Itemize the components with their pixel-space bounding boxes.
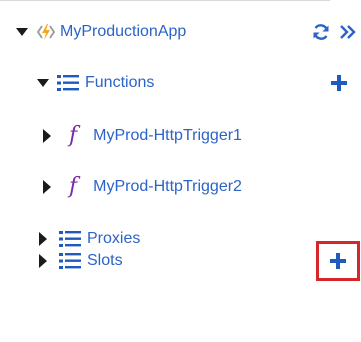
expand-caret-icon[interactable] xyxy=(43,129,51,143)
tree-item-app[interactable]: MyProductionApp xyxy=(0,14,361,50)
refresh-icon[interactable] xyxy=(311,22,331,42)
function-2-label: MyProd-HttpTrigger2 xyxy=(93,178,242,195)
function-f-icon: f xyxy=(69,174,78,199)
expand-caret-icon[interactable] xyxy=(37,79,49,87)
tree-item-functions[interactable]: Functions xyxy=(0,65,361,101)
slots-label: Slots xyxy=(87,252,123,269)
functions-label: Functions xyxy=(85,74,155,91)
add-function-plus-icon[interactable] xyxy=(330,74,348,92)
expand-caret-icon[interactable] xyxy=(43,180,51,194)
highlight-box xyxy=(316,241,360,281)
expand-caret-icon[interactable] xyxy=(39,254,47,268)
app-label: MyProductionApp xyxy=(60,23,187,40)
function-app-icon xyxy=(36,22,56,42)
tree-item-function-2[interactable]: f MyProd-HttpTrigger2 xyxy=(0,169,361,205)
list-icon xyxy=(59,251,81,271)
function-f-icon: f xyxy=(69,123,78,148)
function-app-tree-panel: MyProductionApp Functions f MyProd-HttpT… xyxy=(0,0,361,342)
top-divider xyxy=(0,0,330,1)
tree-item-slots[interactable]: Slots xyxy=(0,243,361,279)
expand-caret-icon[interactable] xyxy=(16,28,28,36)
function-1-label: MyProd-HttpTrigger1 xyxy=(93,127,242,144)
tree-item-function-1[interactable]: f MyProd-HttpTrigger1 xyxy=(0,118,361,154)
double-chevron-right-icon[interactable] xyxy=(338,23,358,41)
list-icon xyxy=(57,73,79,93)
